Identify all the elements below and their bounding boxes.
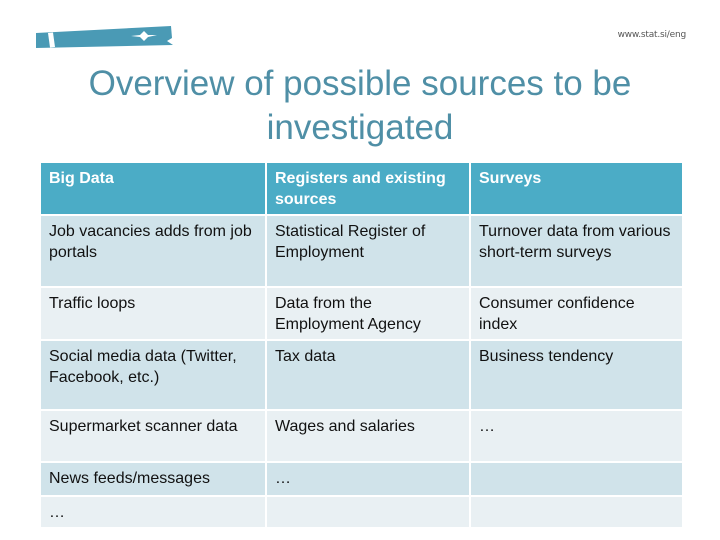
table-cell: Data from the Employment Agency <box>267 288 469 339</box>
table-cell <box>471 463 682 495</box>
table-cell <box>471 497 682 527</box>
table-cell: Consumer confidence index <box>471 288 682 339</box>
table-header-row: Big Data Registers and existing sources … <box>41 163 682 214</box>
table-row: Social media data (Twitter, Facebook, et… <box>41 341 682 409</box>
column-header-surveys: Surveys <box>471 163 682 214</box>
table-cell: Wages and salaries <box>267 411 469 461</box>
table-cell: Job vacancies adds from job portals <box>41 216 265 286</box>
table-cell: … <box>471 411 682 461</box>
column-header-registers: Registers and existing sources <box>267 163 469 214</box>
table-cell: Turnover data from various short-term su… <box>471 216 682 286</box>
table-cell: Traffic loops <box>41 288 265 339</box>
column-header-big-data: Big Data <box>41 163 265 214</box>
sources-table: Big Data Registers and existing sources … <box>39 161 684 529</box>
table-cell: News feeds/messages <box>41 463 265 495</box>
table-cell: … <box>267 463 469 495</box>
table-cell: … <box>41 497 265 527</box>
table-cell: Supermarket scanner data <box>41 411 265 461</box>
table-cell: Business tendency <box>471 341 682 409</box>
table-cell <box>267 497 469 527</box>
table-cell: Statistical Register of Employment <box>267 216 469 286</box>
slide-title: Overview of possible sources to be inves… <box>88 64 632 147</box>
table-row: Supermarket scanner data Wages and salar… <box>41 411 682 461</box>
table-row: News feeds/messages … <box>41 463 682 495</box>
table-cell: Social media data (Twitter, Facebook, et… <box>41 341 265 409</box>
stat-si-logo-icon <box>36 24 176 50</box>
table-cell: Tax data <box>267 341 469 409</box>
table-row: Job vacancies adds from job portals Stat… <box>41 216 682 286</box>
website-url[interactable]: www.stat.si/eng <box>618 30 687 40</box>
table-row: Traffic loops Data from the Employment A… <box>41 288 682 339</box>
table-row: … <box>41 497 682 527</box>
